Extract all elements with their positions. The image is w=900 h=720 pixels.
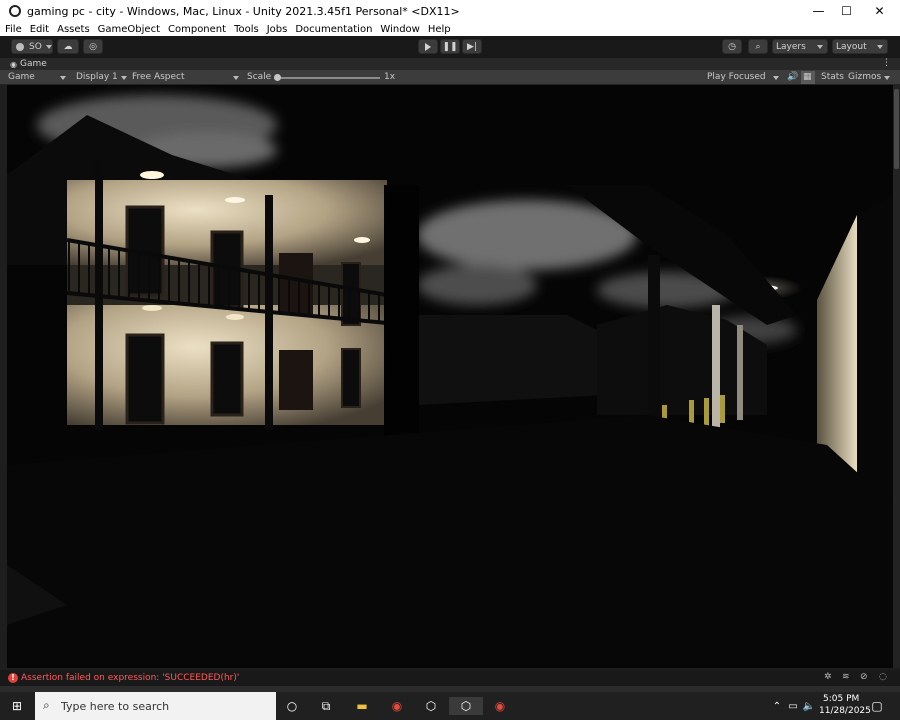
window-title: gaming pc - city - Windows, Mac, Linux -… bbox=[27, 4, 460, 18]
notification-icon[interactable]: ▢ bbox=[868, 697, 886, 715]
gizmos-label: Gizmos bbox=[848, 72, 882, 82]
tab-game[interactable]: ◉ Game bbox=[10, 58, 47, 70]
tab-bar: ◉ Game ⋮ bbox=[0, 58, 900, 70]
scale-slider[interactable] bbox=[274, 74, 380, 81]
chevron-down-icon bbox=[877, 45, 883, 49]
pause-button[interactable]: ❚❚ bbox=[440, 39, 460, 54]
debug-icon[interactable]: ⊘ bbox=[860, 672, 868, 682]
chrome-icon[interactable]: ◉ bbox=[388, 697, 406, 715]
menu-tools[interactable]: Tools bbox=[234, 24, 259, 35]
tab-game-label: Game bbox=[19, 59, 47, 69]
error-icon: ! bbox=[8, 673, 18, 683]
gizmos-dropdown[interactable]: Gizmos bbox=[845, 71, 893, 84]
game-mode-dropdown[interactable]: Game bbox=[5, 71, 69, 84]
windows-start-icon[interactable]: ⊞ bbox=[8, 697, 26, 715]
game-mode-label: Game bbox=[8, 72, 35, 82]
volume-icon[interactable]: 🔈 bbox=[800, 697, 818, 715]
display-dropdown[interactable]: Display 1 bbox=[73, 71, 128, 84]
close-button[interactable]: ✕ bbox=[863, 0, 896, 22]
menu-window[interactable]: Window bbox=[380, 24, 419, 35]
scale-label: Scale bbox=[247, 72, 272, 82]
menu-bar: File Edit Assets GameObject Component To… bbox=[0, 22, 900, 36]
menu-assets[interactable]: Assets bbox=[57, 24, 90, 35]
account-button[interactable]: SO bbox=[11, 39, 53, 54]
cloud-button[interactable]: ☁ bbox=[57, 39, 79, 54]
history-button[interactable]: ◷ bbox=[722, 39, 742, 54]
stats-button[interactable]: Stats bbox=[818, 71, 844, 84]
play-icon bbox=[425, 42, 431, 51]
game-render bbox=[7, 85, 893, 668]
chevron-down-icon bbox=[45, 44, 52, 49]
search-button[interactable]: ⌕ bbox=[748, 39, 768, 54]
layers-dropdown[interactable]: Layers bbox=[772, 39, 828, 54]
clock-time[interactable]: 5:05 PM bbox=[823, 694, 859, 704]
status-message[interactable]: Assertion failed on expression: 'SUCCEED… bbox=[21, 673, 239, 683]
main-toolbar: SO ☁ ◎ ❚❚ ▶| ◷ ⌕ Layers Layout bbox=[0, 36, 900, 58]
viewport-scrollbar[interactable] bbox=[893, 85, 900, 668]
bug-icon[interactable]: ✲ bbox=[824, 672, 832, 682]
chevron-down-icon bbox=[773, 76, 779, 80]
history-icon: ◷ bbox=[728, 41, 736, 52]
settings-icon[interactable]: ◌ bbox=[879, 672, 887, 682]
menu-help[interactable]: Help bbox=[428, 24, 451, 35]
aspect-label: Free Aspect bbox=[132, 72, 185, 82]
menu-jobs[interactable]: Jobs bbox=[267, 24, 288, 35]
clock-date[interactable]: 11/28/2025 bbox=[819, 706, 871, 716]
bollard bbox=[704, 398, 709, 426]
bollard bbox=[720, 395, 725, 423]
layers-label: Layers bbox=[776, 41, 806, 52]
menu-edit[interactable]: Edit bbox=[30, 24, 49, 35]
more-options-icon[interactable]: ⋮ bbox=[882, 58, 891, 68]
cloud-icon: ☁ bbox=[63, 41, 73, 52]
cortana-icon[interactable]: ○ bbox=[283, 697, 301, 715]
title-bar: gaming pc - city - Windows, Mac, Linux -… bbox=[0, 0, 900, 22]
maximize-button[interactable]: ☐ bbox=[830, 0, 863, 22]
collab-icon: ◎ bbox=[89, 41, 97, 52]
unity-editor-icon[interactable]: ⬡ bbox=[449, 697, 483, 715]
play-button[interactable] bbox=[418, 39, 438, 54]
file-explorer-icon[interactable]: ▬ bbox=[353, 697, 371, 715]
menu-file[interactable]: File bbox=[5, 24, 22, 35]
taskbar: ⊞ ⌕ Type here to search ○ ⧉ ▬ ◉ ⬡ ⬡ ◉ ⌃ … bbox=[0, 692, 900, 720]
collab-button[interactable]: ◎ bbox=[83, 39, 103, 54]
chevron-down-icon bbox=[884, 76, 890, 80]
chevron-down-icon bbox=[60, 76, 66, 80]
account-icon bbox=[16, 42, 24, 51]
scale-value: 1x bbox=[384, 72, 396, 82]
menu-gameobject[interactable]: GameObject bbox=[98, 24, 160, 35]
search-icon: ⌕ bbox=[43, 698, 50, 712]
status-bar: ! Assertion failed on expression: 'SUCCE… bbox=[0, 670, 900, 686]
game-controller-icon: ◉ bbox=[10, 59, 17, 69]
grid-icon[interactable]: ▦ bbox=[801, 71, 815, 84]
chevron-down-icon bbox=[233, 76, 239, 80]
step-icon: ▶| bbox=[467, 41, 477, 52]
layout-dropdown[interactable]: Layout bbox=[832, 39, 888, 54]
scrollbar-thumb[interactable] bbox=[894, 89, 899, 169]
chevron-down-icon bbox=[121, 76, 127, 80]
aspect-dropdown[interactable]: Free Aspect bbox=[129, 71, 242, 84]
chevron-down-icon bbox=[817, 45, 823, 49]
unity-logo-icon bbox=[9, 5, 21, 17]
display-label: Display 1 bbox=[76, 72, 118, 82]
layout-label: Layout bbox=[836, 41, 867, 52]
taskbar-search[interactable]: ⌕ Type here to search bbox=[35, 692, 276, 720]
game-viewport[interactable] bbox=[7, 85, 893, 668]
unity-hub-icon[interactable]: ⬡ bbox=[422, 697, 440, 715]
scale-slider-thumb[interactable] bbox=[274, 74, 281, 81]
account-label: SO bbox=[29, 41, 42, 52]
pause-icon: ❚❚ bbox=[442, 41, 458, 52]
cache-icon[interactable]: ≋ bbox=[842, 672, 850, 682]
search-icon: ⌕ bbox=[755, 41, 761, 52]
search-placeholder: Type here to search bbox=[61, 699, 170, 713]
step-button[interactable]: ▶| bbox=[462, 39, 482, 54]
menu-component[interactable]: Component bbox=[168, 24, 226, 35]
game-view-toolbar: Game Display 1 Free Aspect Scale 1x Play… bbox=[0, 70, 900, 85]
chrome-icon[interactable]: ◉ bbox=[491, 697, 509, 715]
play-mode-label: Play Focused bbox=[707, 72, 766, 82]
audio-icon[interactable]: 🔊 bbox=[784, 71, 798, 84]
play-mode-dropdown[interactable]: Play Focused bbox=[704, 71, 781, 84]
task-view-icon[interactable]: ⧉ bbox=[317, 697, 335, 715]
menu-documentation[interactable]: Documentation bbox=[295, 24, 372, 35]
